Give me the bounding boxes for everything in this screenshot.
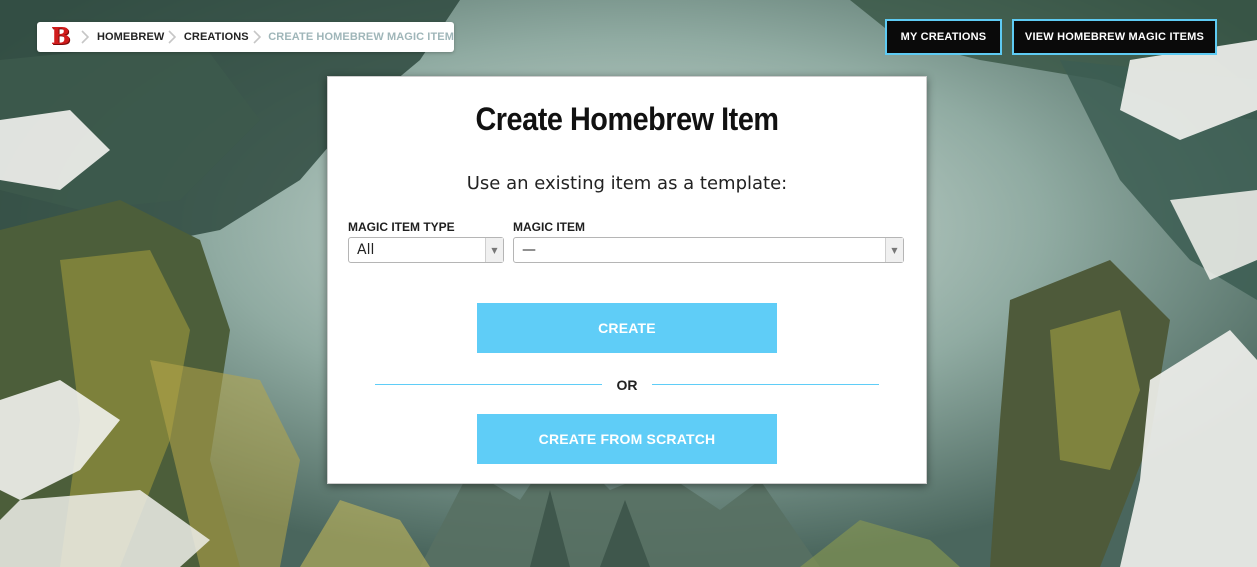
dropdown-arrow-icon: ▼ xyxy=(885,238,903,262)
magic-item-type-select[interactable]: All ▼ xyxy=(348,237,504,263)
template-prompt: Use an existing item as a template: xyxy=(466,173,788,194)
magic-item-select[interactable]: — ▼ xyxy=(513,237,904,263)
view-homebrew-magic-items-button[interactable]: VIEW HOMEBREW MAGIC ITEMS xyxy=(1012,19,1217,55)
my-creations-button[interactable]: MY CREATIONS xyxy=(885,19,1002,55)
chevron-right-icon xyxy=(166,22,178,52)
divider-line xyxy=(652,384,879,385)
divider-line xyxy=(375,384,602,385)
breadcrumb: B HOMEBREW CREATIONS CREATE HOMEBREW MAG… xyxy=(37,22,454,52)
breadcrumb-item-current: CREATE HOMEBREW MAGIC ITEM xyxy=(268,31,454,43)
create-from-scratch-button[interactable]: CREATE FROM SCRATCH xyxy=(477,414,777,464)
magic-item-type-label: MAGIC ITEM TYPE xyxy=(348,220,455,234)
or-label: OR xyxy=(616,377,638,393)
or-divider: OR xyxy=(375,377,879,393)
breadcrumb-item-creations[interactable]: CREATIONS xyxy=(184,31,249,43)
magic-item-label: MAGIC ITEM xyxy=(513,220,585,234)
magic-item-value: — xyxy=(522,242,536,258)
logo-link[interactable]: B xyxy=(51,22,70,52)
breadcrumb-item-homebrew[interactable]: HOMEBREW xyxy=(97,31,164,43)
page-title: Create Homebrew Item xyxy=(475,101,779,137)
magic-item-type-value: All xyxy=(357,242,375,258)
chevron-right-icon xyxy=(251,22,263,52)
create-button[interactable]: CREATE xyxy=(477,303,777,353)
create-homebrew-item-panel: Create Homebrew Item Use an existing ite… xyxy=(327,76,927,484)
dropdown-arrow-icon: ▼ xyxy=(485,238,503,262)
chevron-right-icon xyxy=(79,22,91,52)
